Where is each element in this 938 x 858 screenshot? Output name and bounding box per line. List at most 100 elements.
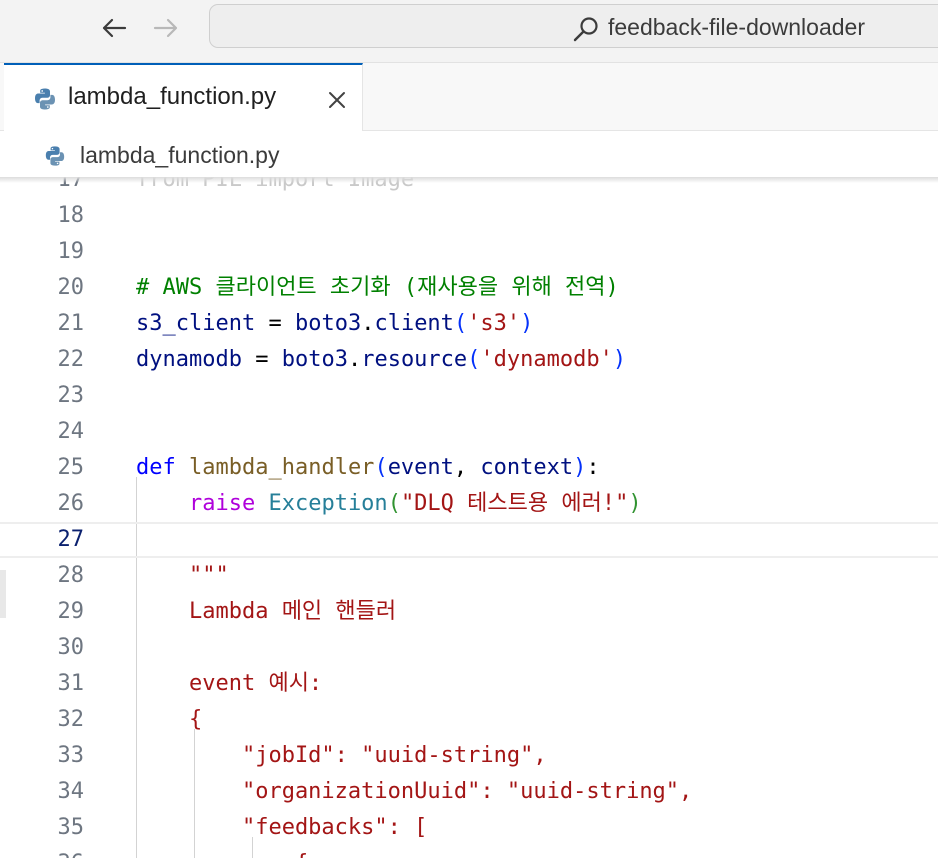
code-token: ) [520, 311, 534, 336]
code-token: Lambda 메인 핸들러 [136, 599, 397, 624]
line-number: 29 [57, 599, 85, 624]
code-token: "DLQ 테스트용 에러!" [400, 491, 629, 516]
code-text: { [136, 846, 308, 858]
code-text: # AWS 클라이언트 초기화 (재사용을 위해 전역) [136, 270, 619, 306]
code-token: "organizationUuid": "uuid-string", [136, 779, 693, 804]
line-number: 18 [57, 203, 85, 228]
tab-label: lambda_function.py [68, 83, 277, 110]
code-text: Lambda 메인 핸들러 [136, 594, 396, 630]
line-number: 20 [57, 275, 85, 300]
code-line[interactable]: 21 s3_client = boto3.client('s3') [0, 306, 938, 342]
code-text: event 예시: [136, 666, 322, 702]
line-number: 27 [57, 527, 85, 552]
code-text: "feedbacks": [ [136, 810, 427, 846]
forward-button[interactable] [150, 12, 182, 44]
code-token: ( [467, 347, 481, 372]
code-token: raise [188, 491, 256, 516]
code-token: 's3' [467, 311, 521, 336]
back-button[interactable] [98, 12, 130, 44]
code-token: boto3 [294, 311, 362, 336]
code-line[interactable]: 26 raise Exception("DLQ 테스트용 에러!") [0, 486, 938, 522]
command-center-search[interactable]: feedback-file-downloader [209, 4, 938, 48]
code-token: { [136, 851, 308, 858]
code-text: s3_client = boto3.client('s3') [136, 306, 533, 342]
code-line[interactable]: 19 [0, 234, 938, 270]
tab-lambda-function-py[interactable]: lambda_function.py [4, 63, 363, 131]
code-token: s3_client [136, 311, 256, 336]
code-token: ( [387, 491, 401, 516]
code-text: { [136, 702, 202, 738]
code-token: dynamodb [136, 347, 242, 372]
breadcrumb: lambda_function.py [0, 131, 938, 177]
code-line[interactable]: 29 Lambda 메인 핸들러 [0, 594, 938, 630]
code-token: . [361, 311, 375, 336]
code-line[interactable]: 24 [0, 414, 938, 450]
code-line[interactable]: 31 event 예시: [0, 666, 938, 702]
line-number: 31 [57, 671, 85, 696]
code-line[interactable]: 30 [0, 630, 938, 666]
code-line[interactable]: 35 "feedbacks": [ [0, 810, 938, 846]
code-text: "jobId": "uuid-string", [136, 738, 547, 774]
code-editor[interactable]: 17 from PIL import Image 18 19 20 # AWS 클라이언트… [0, 177, 938, 858]
code-token: def [136, 455, 176, 480]
code-line[interactable]: 23 [0, 378, 938, 414]
code-line[interactable]: 33 "jobId": "uuid-string", [0, 738, 938, 774]
code-token: resource [361, 347, 468, 372]
code-line[interactable]: 36 { [0, 846, 938, 858]
arrow-left-icon [102, 18, 127, 38]
code-text: raise Exception("DLQ 테스트용 에러!") [136, 486, 642, 522]
code-token: = [241, 347, 282, 372]
line-number: 36 [0, 846, 85, 858]
code-token: ) [612, 347, 627, 372]
line-number: 35 [57, 815, 85, 840]
code-line[interactable]: 18 [0, 198, 938, 234]
code-token: client [374, 311, 454, 336]
code-line[interactable]: 32 { [0, 702, 938, 738]
command-center-label: feedback-file-downloader [608, 14, 865, 40]
code-token: "feedbacks": [ [136, 815, 428, 840]
python-file-icon [35, 88, 55, 110]
breadcrumb-file-label[interactable]: lambda_function.py [80, 142, 279, 169]
code-token: . [347, 347, 362, 372]
python-file-icon [45, 146, 65, 166]
code-token: ( [374, 455, 388, 480]
code-token: """ [136, 563, 229, 588]
close-icon [329, 92, 345, 108]
code-token: ) [628, 491, 642, 516]
code-token: lambda_handler [189, 455, 375, 480]
code-token: "jobId": "uuid-string", [136, 743, 547, 768]
editor-tab-bar: lambda_function.py [0, 63, 938, 131]
line-number: 25 [57, 455, 85, 480]
code-text: """ [136, 558, 229, 594]
line-number: 23 [57, 383, 85, 408]
code-token: boto3 [281, 347, 348, 372]
line-number: 22 [57, 347, 85, 372]
code-line[interactable]: 22 dynamodb = boto3.resource('dynamodb') [0, 342, 938, 378]
line-number: 24 [57, 419, 85, 444]
code-token: , [453, 455, 481, 480]
tab-close-button[interactable] [324, 87, 350, 113]
code-line[interactable]: 20 # AWS 클라이언트 초기화 (재사용을 위해 전역) [0, 270, 938, 306]
code-text: dynamodb = boto3.resource('dynamodb') [136, 342, 626, 378]
code-text: "organizationUuid": "uuid-string", [136, 774, 692, 810]
line-number: 32 [57, 707, 85, 732]
line-number: 28 [57, 563, 85, 588]
code-token: event [387, 455, 454, 480]
arrow-right-icon [153, 18, 178, 38]
search-icon [573, 17, 598, 42]
code-text: def lambda_handler(event, context): [136, 450, 600, 486]
code-line[interactable]: 28 """ [0, 558, 938, 594]
code-line[interactable]: 25 def lambda_handler(event, context): [0, 450, 938, 486]
code-token: 'dynamodb' [480, 347, 613, 372]
code-token: Exception [268, 491, 388, 516]
code-line[interactable]: 27 [0, 522, 938, 558]
line-number: 26 [57, 491, 85, 516]
code-token: ( [453, 311, 468, 336]
code-line[interactable]: 34 "organizationUuid": "uuid-string", [0, 774, 938, 810]
code-token: : [586, 455, 600, 480]
breadcrumb-shadow [0, 177, 938, 183]
line-number: 19 [57, 239, 85, 264]
